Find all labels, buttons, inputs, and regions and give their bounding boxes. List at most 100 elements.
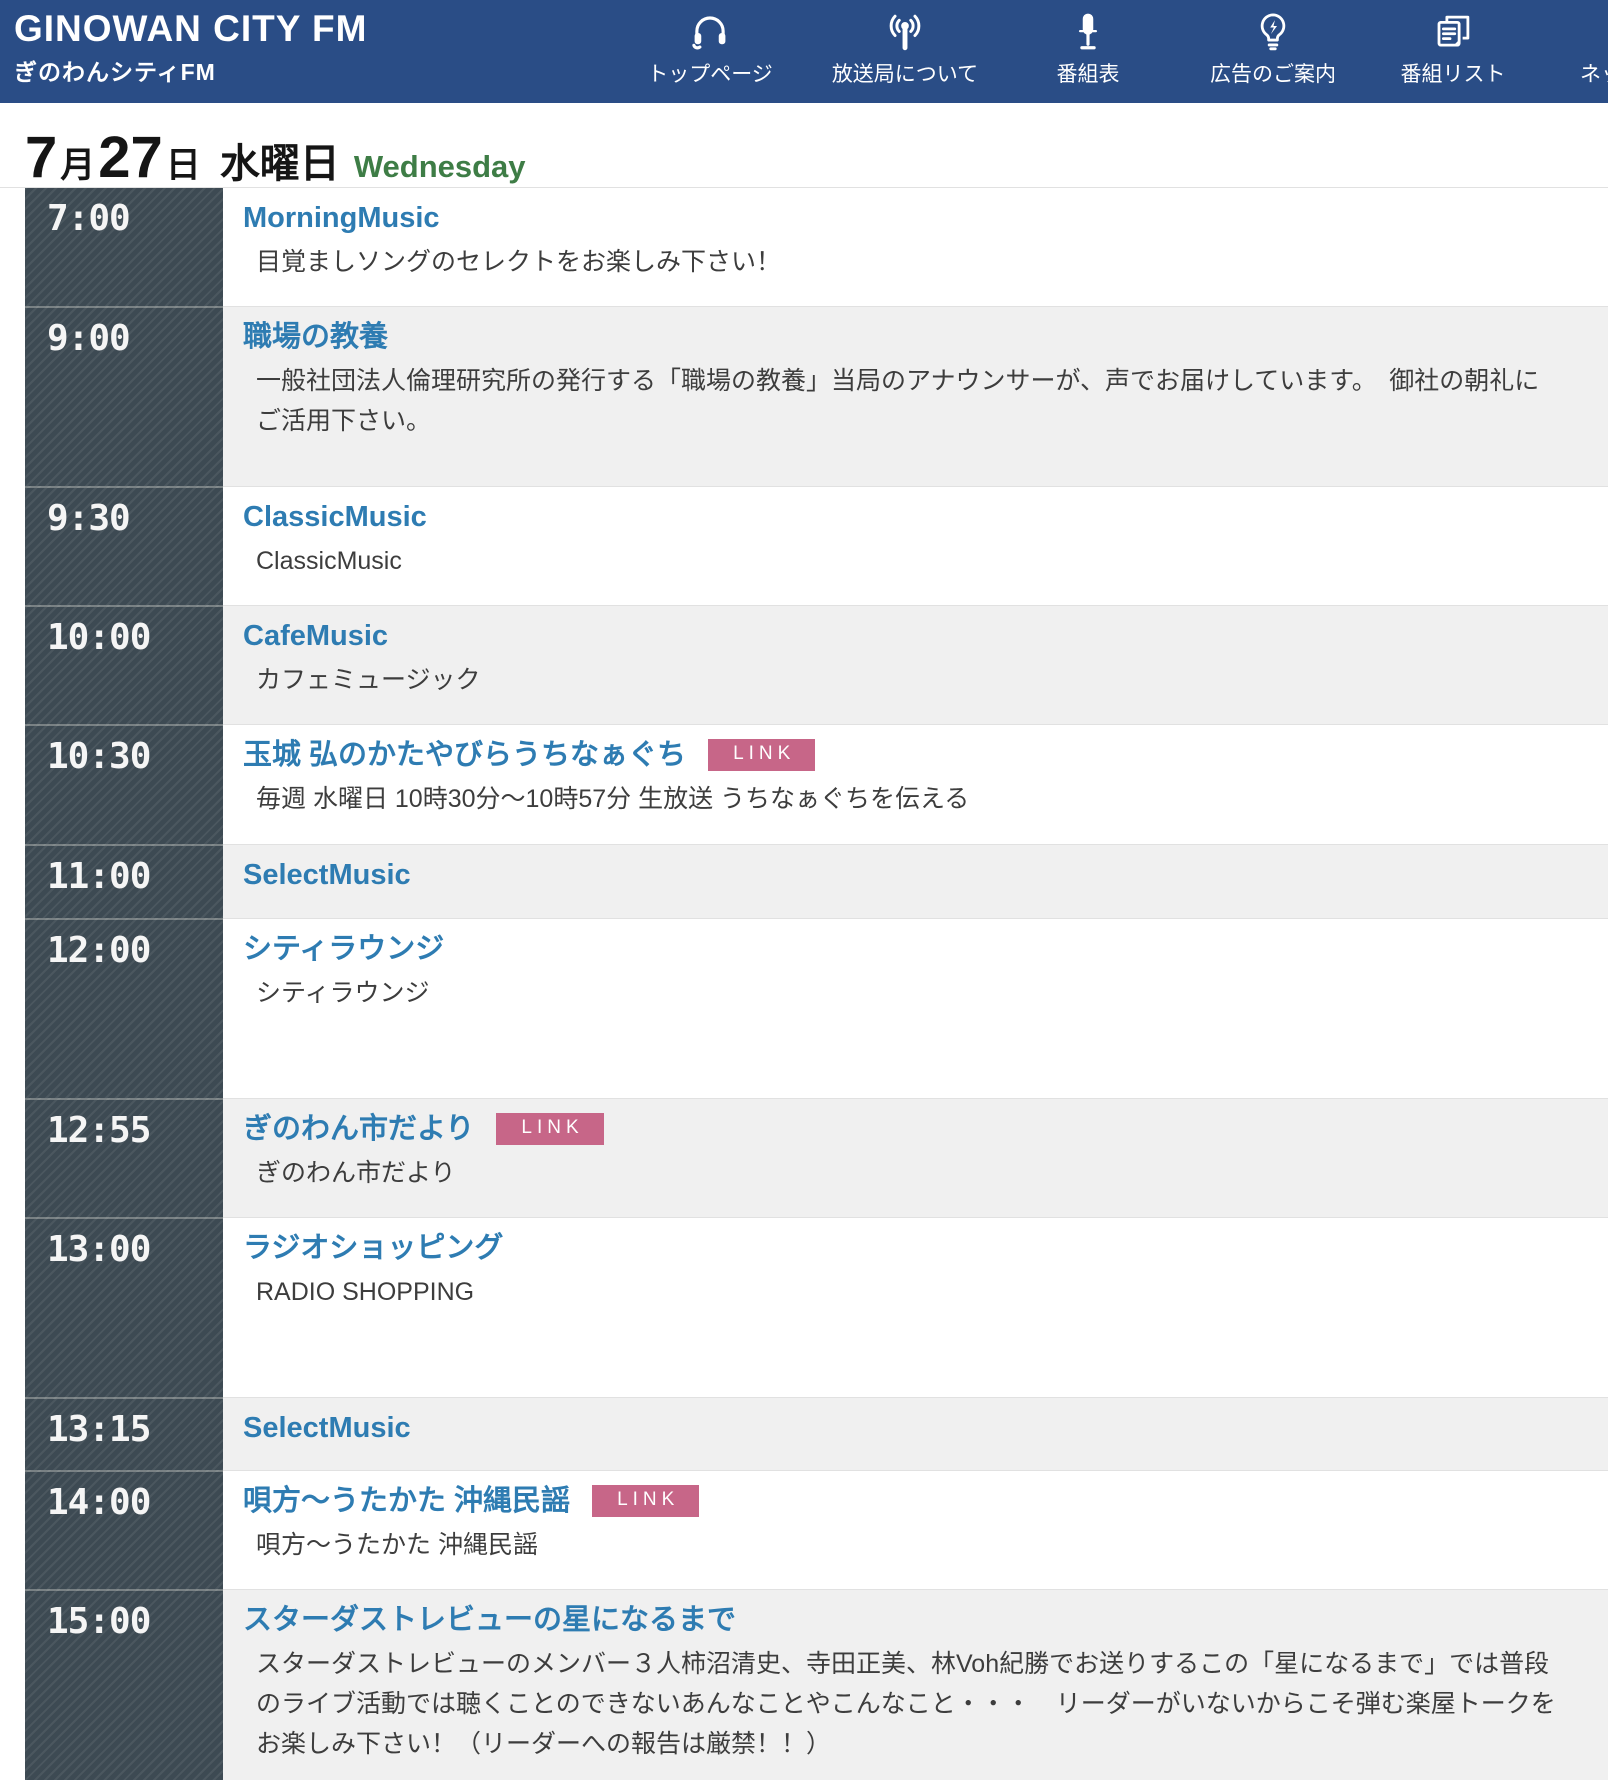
nav-item-5[interactable]: ネッ: [1560, 8, 1608, 88]
schedule-row: 12:55 ぎのわん市だより LINK ぎのわん市だより: [0, 1098, 1608, 1217]
time-cell: 12:00: [25, 918, 223, 1098]
program-title-line: SelectMusic: [243, 857, 1558, 893]
time-cell: 13:00: [25, 1217, 223, 1397]
program-title-line: ClassicMusic: [243, 499, 1558, 535]
program-description: 唄方〜うたかた 沖縄民謡: [256, 1531, 538, 1559]
date-heading: 7 月 27 日 水曜日 Wednesday: [0, 103, 1608, 187]
nav-item-3[interactable]: 広告のご案内: [1173, 8, 1373, 88]
time-label: 9:00: [47, 318, 131, 359]
schedule-table: 7:00 MorningMusic 目覚ましソングのセレクトをお楽しみ下さい！ …: [0, 187, 1608, 1780]
main-nav: トップページ 放送局について 番組表 広告のご案内 番組リスト ネッ: [0, 0, 1608, 103]
time-label: 15:00: [47, 1601, 151, 1642]
time-label: 13:00: [47, 1229, 151, 1270]
time-label: 12:00: [47, 930, 151, 971]
time-label: 9:30: [47, 498, 131, 539]
schedule-row: 10:30 玉城 弘のかたやびらうちなぁぐち LINK 毎週 水曜日 10時30…: [0, 724, 1608, 844]
time-cell: 7:00: [25, 188, 223, 306]
time-label: 14:00: [47, 1482, 151, 1523]
time-label: 11:00: [47, 856, 151, 897]
schedule-row: 10:00 CafeMusic カフェミュージック: [0, 605, 1608, 724]
nav-item-1[interactable]: 放送局について: [805, 8, 1005, 88]
program-description: RADIO SHOPPING: [256, 1278, 475, 1306]
link-badge[interactable]: LINK: [592, 1485, 700, 1517]
nav-item-label: トップページ: [647, 63, 773, 86]
schedule-row: 13:15 SelectMusic: [0, 1397, 1608, 1470]
nav-item-label: 番組表: [1056, 63, 1120, 86]
site-header: GINOWAN CITY FM ぎのわんシティFM トップページ 放送局について…: [0, 0, 1608, 103]
program-title-link[interactable]: SelectMusic: [243, 1410, 411, 1446]
program-cell: 職場の教養 一般社団法人倫理研究所の発行する「職場の教養」当局のアナウンサーが、…: [223, 306, 1608, 486]
date-month: 7: [25, 125, 58, 190]
link-badge[interactable]: LINK: [496, 1113, 604, 1145]
time-cell: 9:30: [25, 486, 223, 605]
schedule-row: 11:00 SelectMusic: [0, 844, 1608, 918]
link-badge[interactable]: LINK: [708, 739, 816, 771]
program-title-link[interactable]: CafeMusic: [243, 618, 388, 654]
schedule-row: 15:00 スターダストレビューの星になるまで スターダストレビューのメンバー３…: [0, 1589, 1608, 1780]
program-cell: ラジオショッピング RADIO SHOPPING: [223, 1217, 1608, 1397]
program-title-link[interactable]: MorningMusic: [243, 200, 440, 236]
date-month-unit: 月: [60, 146, 96, 185]
date-day: 27: [98, 125, 163, 190]
program-title-link[interactable]: シティラウンジ: [243, 931, 444, 967]
nav-item-label: ネッ: [1580, 63, 1608, 86]
page: GINOWAN CITY FM ぎのわんシティFM トップページ 放送局について…: [0, 0, 1608, 1780]
program-description: カフェミュージック: [256, 666, 481, 694]
program-title-link[interactable]: ぎのわん市だより: [243, 1111, 474, 1147]
program-description: ClassicMusic: [256, 547, 402, 575]
program-title-link[interactable]: ClassicMusic: [243, 499, 427, 535]
schedule-row: 7:00 MorningMusic 目覚ましソングのセレクトをお楽しみ下さい！: [0, 188, 1608, 306]
program-title-line: SelectMusic: [243, 1410, 1558, 1446]
time-label: 10:00: [47, 617, 151, 658]
date-weekday: 水曜日: [219, 142, 340, 186]
nav-item-2[interactable]: 番組表: [988, 8, 1188, 88]
nav-item-4[interactable]: 番組リスト: [1353, 8, 1553, 88]
program-title-line: 唄方〜うたかた 沖縄民謡 LINK: [243, 1483, 1558, 1519]
broadcast-icon: [884, 8, 926, 56]
program-description: 一般社団法人倫理研究所の発行する「職場の教養」当局のアナウンサーが、声でお届けし…: [256, 367, 1540, 435]
program-description: 目覚ましソングのセレクトをお楽しみ下さい！: [256, 248, 782, 276]
program-title-line: MorningMusic: [243, 200, 1558, 236]
date-weekday-en: Wednesday: [353, 149, 526, 184]
program-title-line: ぎのわん市だより LINK: [243, 1111, 1558, 1147]
schedule-row: 14:00 唄方〜うたかた 沖縄民謡 LINK 唄方〜うたかた 沖縄民謡: [0, 1470, 1608, 1589]
time-cell: 9:00: [25, 306, 223, 486]
schedule-row: 12:00 シティラウンジ シティラウンジ: [0, 918, 1608, 1098]
program-title-line: CafeMusic: [243, 618, 1558, 654]
program-title-link[interactable]: ラジオショッピング: [243, 1230, 503, 1266]
nav-item-0[interactable]: トップページ: [610, 8, 810, 88]
program-description: 毎週 水曜日 10時30分〜10時57分 生放送 うちなぁぐちを伝える: [256, 785, 970, 813]
program-title-link[interactable]: 玉城 弘のかたやびらうちなぁぐち: [243, 737, 686, 773]
program-cell: 唄方〜うたかた 沖縄民謡 LINK 唄方〜うたかた 沖縄民謡: [223, 1470, 1608, 1589]
program-cell: CafeMusic カフェミュージック: [223, 605, 1608, 724]
time-cell: 10:30: [25, 724, 223, 844]
program-title-line: スターダストレビューの星になるまで: [243, 1602, 1558, 1638]
time-cell: 11:00: [25, 844, 223, 918]
program-title-link[interactable]: SelectMusic: [243, 857, 411, 893]
nav-item-label: 広告のご案内: [1210, 63, 1336, 86]
program-description: スターダストレビューのメンバー３人柿沼清史、寺田正美、林Voh紀勝でお送りするこ…: [256, 1650, 1556, 1758]
program-description: シティラウンジ: [256, 979, 430, 1007]
program-cell: シティラウンジ シティラウンジ: [223, 918, 1608, 1098]
schedule-row: 9:00 職場の教養 一般社団法人倫理研究所の発行する「職場の教養」当局のアナウ…: [0, 306, 1608, 486]
program-cell: スターダストレビューの星になるまで スターダストレビューのメンバー３人柿沼清史、…: [223, 1589, 1608, 1780]
time-label: 7:00: [47, 198, 131, 239]
program-title-link[interactable]: 職場の教養: [243, 319, 388, 355]
program-title-line: 職場の教養: [243, 319, 1558, 355]
time-cell: 13:15: [25, 1397, 223, 1470]
lightbulb-icon: [1252, 8, 1294, 56]
schedule-row: 9:30 ClassicMusic ClassicMusic: [0, 486, 1608, 605]
program-title-line: シティラウンジ: [243, 931, 1558, 967]
time-cell: 12:55: [25, 1098, 223, 1217]
program-title-link[interactable]: スターダストレビューの星になるまで: [243, 1602, 736, 1638]
date-day-unit: 日: [165, 146, 201, 185]
program-list-icon: [1432, 8, 1474, 56]
program-cell: ClassicMusic ClassicMusic: [223, 486, 1608, 605]
schedule-row: 13:00 ラジオショッピング RADIO SHOPPING: [0, 1217, 1608, 1397]
time-label: 12:55: [47, 1110, 151, 1151]
program-cell: 玉城 弘のかたやびらうちなぁぐち LINK 毎週 水曜日 10時30分〜10時5…: [223, 724, 1608, 844]
time-label: 10:30: [47, 736, 151, 777]
nav-item-label: 番組リスト: [1400, 63, 1506, 86]
time-cell: 15:00: [25, 1589, 223, 1780]
program-title-link[interactable]: 唄方〜うたかた 沖縄民謡: [243, 1483, 570, 1519]
